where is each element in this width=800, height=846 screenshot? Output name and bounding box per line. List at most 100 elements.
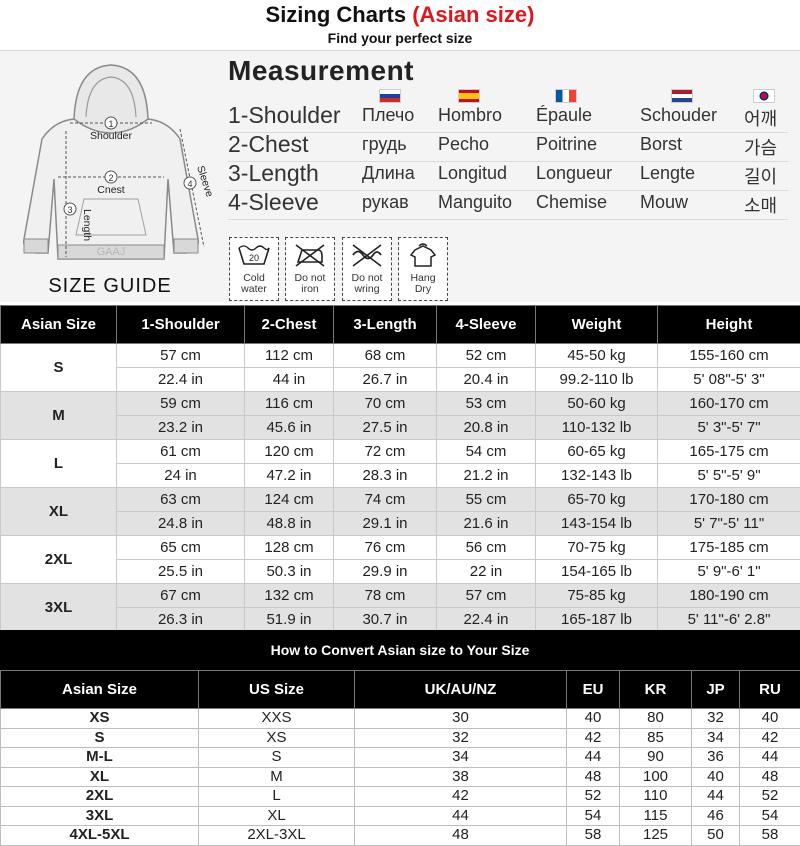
- page-title: Sizing Charts (Asian size): [0, 2, 800, 28]
- table-cell: 5' 9"-6' 1": [657, 559, 800, 584]
- table-cell: 22.4 in: [436, 607, 536, 632]
- france-flag-icon: [555, 89, 577, 103]
- table-cell: 20.4 in: [436, 367, 536, 392]
- table-cell: 22.4 in: [116, 367, 245, 392]
- table-cell: 56 cm: [436, 535, 536, 560]
- table-cell: 45-50 kg: [535, 343, 658, 368]
- table-cell: 28.3 in: [333, 463, 437, 488]
- table-cell: 175-185 cm: [657, 535, 800, 560]
- table-cell: 60-65 kg: [535, 439, 658, 464]
- table-cell: 45.6 in: [244, 415, 334, 440]
- conversion-table: Asian Size US Size UK/AU/NZ EU KR JP RU …: [0, 670, 800, 846]
- measurement-row-chest: 2-Chest грудь Pecho Poitrine Borst 가슴: [228, 131, 788, 162]
- column-header: Asian Size: [0, 305, 117, 344]
- table-cell: 76 cm: [333, 535, 437, 560]
- table-cell: 154-165 lb: [535, 559, 658, 584]
- table-cell: 36: [691, 747, 740, 768]
- size-cell: S: [0, 727, 199, 748]
- size-cell: 2XL: [0, 786, 199, 807]
- size-cell: XS: [0, 708, 199, 729]
- no-iron-icon: [295, 244, 325, 267]
- table-cell: 165-187 lb: [535, 607, 658, 632]
- measurement-row-sleeve: 4-Sleeve рукав Manguito Chemise Mouw 소매: [228, 189, 788, 220]
- title-main: Sizing Charts: [265, 2, 413, 27]
- french-term: Chemise: [536, 192, 608, 212]
- conversion-heading: How to Convert Asian size to Your Size: [0, 630, 800, 670]
- table-cell: 124 cm: [244, 487, 334, 512]
- table-cell: 5' 5"-5' 9": [657, 463, 800, 488]
- table-row: 2XL 65 cm 128 cm 76 cm 56 cm 70-75 kg 17…: [0, 535, 800, 584]
- column-header: Height: [657, 305, 800, 344]
- table-cell: S: [198, 747, 355, 768]
- dutch-term: Mouw: [640, 192, 689, 212]
- table-row: XS XXS 30 40 80 32 40: [0, 708, 800, 729]
- korean-term: 길이: [744, 167, 778, 187]
- table-cell: 25.5 in: [116, 559, 245, 584]
- care-line2: iron: [301, 283, 319, 295]
- measurement-row-length: 3-Length Длина Longitud Longueur Lengte …: [228, 160, 788, 191]
- measurement-label: 2-Chest: [228, 131, 309, 157]
- table-row: 24.8 in 48.8 in 29.1 in 21.6 in 143-154 …: [1, 511, 800, 536]
- table-cell: 52: [566, 786, 620, 807]
- table-cell: 30: [354, 708, 567, 729]
- table-cell: 57 cm: [436, 583, 536, 608]
- table-cell: 65 cm: [116, 535, 245, 560]
- wash-20-icon: 20: [238, 245, 270, 265]
- table-cell: 53 cm: [436, 391, 536, 416]
- table-cell: 128 cm: [244, 535, 334, 560]
- care-hang-dry: Hang Dry: [398, 237, 448, 301]
- brand-watermark: GAAJ: [97, 246, 126, 258]
- length-figure-label: Length: [81, 209, 93, 241]
- table-cell: 21.6 in: [436, 511, 536, 536]
- table-cell: XL: [198, 805, 355, 826]
- measurement-label: 3-Length: [228, 160, 319, 186]
- table-cell: 55 cm: [436, 487, 536, 512]
- table-cell: 85: [619, 727, 692, 748]
- table-cell: 40: [566, 708, 620, 729]
- table-row: M 59 cm 116 cm 70 cm 53 cm 50-60 kg 160-…: [0, 391, 800, 440]
- size-cell: 3XL: [0, 805, 199, 826]
- table-cell: 99.2-110 lb: [535, 367, 658, 392]
- measurement-guide: 1 2 3 4 Shoulder Cnest Length Sleeve GAA…: [0, 50, 800, 302]
- table-cell: 75-85 kg: [535, 583, 658, 608]
- column-header: KR: [619, 670, 692, 709]
- table-cell: 26.3 in: [116, 607, 245, 632]
- page-subtitle: Find your perfect size: [327, 30, 473, 46]
- table-cell: 70-75 kg: [535, 535, 658, 560]
- hang-dry-icon: [409, 243, 437, 267]
- table-cell: 110: [619, 786, 692, 807]
- table-cell: 23.2 in: [116, 415, 245, 440]
- table-row: XL M 38 48 100 40 48: [0, 766, 800, 787]
- table-cell: 74 cm: [333, 487, 437, 512]
- column-header: Asian Size: [0, 670, 199, 709]
- spanish-term: Longitud: [438, 163, 508, 183]
- size-cell: S: [0, 343, 117, 392]
- size-cell: 4XL-5XL: [0, 825, 199, 846]
- table-cell: 50: [691, 825, 740, 846]
- table-cell: 68 cm: [333, 343, 437, 368]
- table-cell: 48: [566, 766, 620, 787]
- dutch-term: Schouder: [640, 105, 718, 125]
- table-cell: 100: [619, 766, 692, 787]
- care-cold-water: 20 Cold water: [229, 237, 279, 301]
- table-cell: 42: [739, 727, 800, 748]
- table-cell: 27.5 in: [333, 415, 437, 440]
- table-cell: 58: [739, 825, 800, 846]
- dutch-term: Lengte: [640, 163, 696, 183]
- page-header: Sizing Charts (Asian size) Find your per…: [0, 0, 800, 50]
- column-header: 1-Shoulder: [116, 305, 245, 344]
- table-cell: 90: [619, 747, 692, 768]
- column-header: Weight: [535, 305, 658, 344]
- table-row: 3XL XL 44 54 115 46 54: [0, 805, 800, 826]
- korean-term: 가슴: [744, 138, 778, 158]
- care-no-iron: Do not iron: [285, 237, 335, 301]
- table-cell: 51.9 in: [244, 607, 334, 632]
- table-cell: 70 cm: [333, 391, 437, 416]
- size-cell: M-L: [0, 747, 199, 768]
- table-cell: 80: [619, 708, 692, 729]
- care-line2: wring: [354, 283, 380, 295]
- russian-term: Плечо: [362, 105, 415, 125]
- column-header: US Size: [198, 670, 355, 709]
- russian-term: рукав: [362, 192, 409, 212]
- table-cell: 44: [739, 747, 800, 768]
